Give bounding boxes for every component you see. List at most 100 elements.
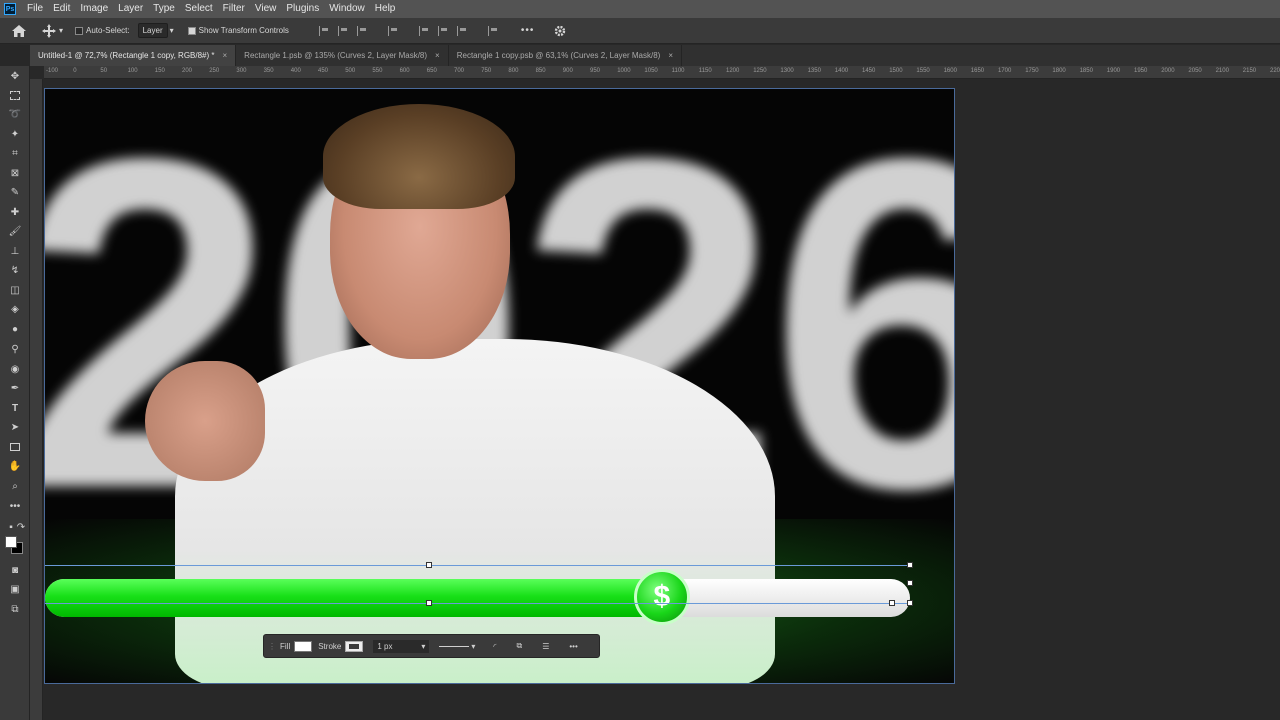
ruler-tick: 1450 bbox=[862, 68, 876, 74]
ruler-tick: 300 bbox=[236, 68, 247, 74]
menu-plugins[interactable]: Plugins bbox=[281, 0, 324, 18]
chevron-down-icon[interactable]: ▾ bbox=[59, 26, 63, 35]
more-options-icon[interactable]: ••• bbox=[521, 25, 535, 36]
menu-filter[interactable]: Filter bbox=[218, 0, 250, 18]
duplicate-icon[interactable]: ⧉ bbox=[516, 641, 522, 651]
stamp-tool-icon[interactable]: ⊥ bbox=[8, 244, 22, 258]
fill-color-swatch[interactable] bbox=[294, 640, 313, 652]
ruler-tick: 1300 bbox=[780, 68, 794, 74]
edit-toolbar-icon[interactable]: ••• bbox=[8, 499, 22, 513]
fill-label: Fill bbox=[280, 641, 291, 651]
canvas-area[interactable]: 2026 $ ⋮ Fill Stroke 1 px ▾ ▾ ◜ ⧉ ☰ ••• bbox=[44, 79, 1280, 720]
frame-tool-icon[interactable]: ⊠ bbox=[8, 166, 22, 180]
auto-select-label: Auto-Select: bbox=[86, 26, 130, 35]
menu-type[interactable]: Type bbox=[148, 0, 180, 18]
quick-mask-icon[interactable]: ◙ bbox=[8, 563, 22, 577]
progress-bar[interactable] bbox=[45, 579, 910, 617]
type-tool-icon[interactable]: T bbox=[8, 401, 22, 415]
path-selection-icon[interactable]: ➤ bbox=[8, 420, 22, 434]
show-transform-check-icon bbox=[187, 26, 196, 35]
swap-colors-icon[interactable]: ↷ bbox=[14, 520, 28, 534]
align-top-icon[interactable] bbox=[418, 25, 429, 36]
menu-file[interactable]: File bbox=[22, 0, 48, 18]
tab-rectangle-1[interactable]: Rectangle 1.psb @ 135% (Curves 2, Layer … bbox=[236, 45, 449, 66]
align-bottom-icon[interactable] bbox=[456, 25, 467, 36]
lasso-tool-icon[interactable]: ➰ bbox=[8, 107, 22, 121]
ruler-tick: 0 bbox=[73, 68, 77, 74]
hand-tool-icon[interactable]: ✋ bbox=[8, 459, 22, 473]
magic-wand-icon[interactable]: ✦ bbox=[8, 127, 22, 141]
move-tool-icon[interactable] bbox=[42, 23, 56, 38]
tab-untitled-1[interactable]: Untitled-1 @ 72,7% (Rectangle 1 copy, RG… bbox=[30, 45, 237, 66]
auto-select-checkbox[interactable]: Auto-Select: bbox=[75, 26, 130, 35]
rectangle-tool-icon[interactable] bbox=[8, 440, 22, 454]
document-canvas[interactable]: 2026 $ ⋮ Fill Stroke 1 px ▾ ▾ ◜ ⧉ ☰ ••• bbox=[44, 88, 955, 684]
screen-mode-icon[interactable]: ▣ bbox=[8, 582, 22, 596]
paint-bucket-icon[interactable]: ◈ bbox=[8, 302, 22, 316]
gear-icon[interactable] bbox=[554, 25, 566, 37]
healing-brush-icon[interactable]: ✚ bbox=[8, 205, 22, 219]
menu-help[interactable]: Help bbox=[370, 0, 401, 18]
stroke-width-value: 1 px bbox=[377, 641, 393, 651]
pen-tool-icon[interactable]: ✒ bbox=[8, 381, 22, 395]
ruler-tick: 2000 bbox=[1161, 68, 1175, 74]
zoom-tool-icon[interactable]: ⌕ bbox=[8, 479, 22, 493]
dodge-tool-icon[interactable]: ⚲ bbox=[8, 342, 22, 356]
transform-handle-center[interactable] bbox=[426, 600, 432, 606]
ruler-tick: 1500 bbox=[889, 68, 903, 74]
more-icon[interactable]: ••• bbox=[569, 642, 577, 651]
corner-radius-icon[interactable]: ◜ bbox=[493, 642, 496, 651]
transform-handle-inner-right[interactable] bbox=[889, 600, 895, 606]
distribute-vertical-icon[interactable] bbox=[487, 25, 498, 36]
menu-view[interactable]: View bbox=[250, 0, 282, 18]
menu-window[interactable]: Window bbox=[324, 0, 370, 18]
close-icon[interactable]: × bbox=[668, 51, 673, 60]
chevron-down-icon[interactable]: ▾ bbox=[471, 642, 475, 651]
close-icon[interactable]: × bbox=[435, 51, 440, 60]
ruler-tick: 1400 bbox=[834, 68, 849, 74]
ruler-tick: 1700 bbox=[998, 68, 1012, 74]
eyedropper-icon[interactable]: ✎ bbox=[8, 185, 22, 199]
layer-dropdown[interactable]: Layer bbox=[137, 23, 168, 38]
transform-handle-mid-right[interactable] bbox=[907, 580, 913, 586]
chevron-down-icon: ▾ bbox=[421, 641, 426, 651]
ruler-top[interactable]: -100 0 50 100 150 200 250 300 350 400 450 500 550 600… bbox=[44, 66, 1280, 79]
close-icon[interactable]: × bbox=[223, 51, 228, 60]
tab-rectangle-1-copy[interactable]: Rectangle 1 copy.psb @ 63,1% (Curves 2, … bbox=[449, 45, 683, 66]
move-tool-icon[interactable]: ✥ bbox=[8, 69, 22, 83]
menu-image[interactable]: Image bbox=[75, 0, 113, 18]
align-right-icon[interactable] bbox=[356, 25, 367, 36]
stroke-style-icon[interactable] bbox=[439, 645, 470, 647]
adjustments-icon[interactable]: ☰ bbox=[542, 642, 549, 651]
menu-layer[interactable]: Layer bbox=[113, 0, 148, 18]
stroke-width-dropdown[interactable]: 1 px ▾ bbox=[373, 639, 430, 653]
stroke-color-swatch[interactable] bbox=[345, 640, 364, 652]
distribute-icon[interactable] bbox=[387, 25, 398, 36]
align-left-icon[interactable] bbox=[318, 25, 329, 36]
history-brush-icon[interactable]: ↯ bbox=[8, 263, 22, 277]
eraser-tool-icon[interactable]: ◫ bbox=[8, 283, 22, 297]
ruler-tick: 250 bbox=[209, 68, 220, 74]
sponge-tool-icon[interactable]: ◉ bbox=[8, 362, 22, 376]
marquee-tool-icon[interactable] bbox=[8, 88, 22, 102]
show-transform-checkbox[interactable]: Show Transform Controls bbox=[187, 26, 289, 35]
ruler-tick: 400 bbox=[290, 68, 301, 74]
menu-edit[interactable]: Edit bbox=[48, 0, 75, 18]
blur-tool-icon[interactable]: ● bbox=[8, 322, 22, 336]
artboard-icon[interactable]: ⧉ bbox=[8, 602, 22, 616]
ruler-tick: 1350 bbox=[807, 68, 821, 74]
home-icon[interactable] bbox=[12, 24, 26, 37]
transform-handle-right[interactable] bbox=[907, 600, 913, 606]
foreground-color-swatch[interactable] bbox=[5, 536, 17, 548]
ruler-left[interactable] bbox=[30, 79, 43, 720]
transform-handle-top[interactable] bbox=[426, 562, 432, 568]
crop-tool-icon[interactable]: ⌗ bbox=[8, 146, 22, 160]
brush-tool-icon[interactable]: 🖌 bbox=[8, 224, 22, 238]
photoshop-logo-icon[interactable]: Ps bbox=[4, 3, 16, 15]
drag-handle-icon[interactable]: ⋮ bbox=[268, 642, 276, 651]
ruler-tick: 700 bbox=[454, 68, 465, 74]
align-middle-icon[interactable] bbox=[437, 25, 448, 36]
menu-select[interactable]: Select bbox=[180, 0, 218, 18]
align-center-icon[interactable] bbox=[337, 25, 348, 36]
transform-handle-top-right[interactable] bbox=[907, 562, 913, 568]
